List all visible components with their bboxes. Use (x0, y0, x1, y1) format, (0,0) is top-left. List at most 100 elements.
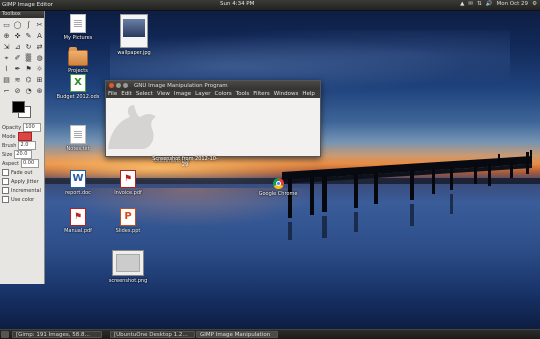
taskbar-button-ubuntuone[interactable]: [UbuntuOne Desktop 1.2… (110, 331, 195, 338)
tool-paintbrush-icon[interactable]: ✐ (13, 54, 22, 63)
tool-crop-icon[interactable]: ⌐ (2, 87, 11, 96)
desktop-icon-chrome[interactable]: Google Chrome (252, 178, 304, 197)
desktop-icon-notes[interactable]: Notes.txt (52, 125, 104, 152)
desktop-icon-report[interactable]: W report.doc (52, 170, 104, 196)
desktop-icon-label: Google Chrome (258, 191, 298, 197)
foreground-color-swatch[interactable] (12, 101, 25, 113)
apply-jitter-checkbox[interactable] (2, 178, 9, 185)
use-color-checkbox[interactable] (2, 196, 9, 203)
menu-windows[interactable]: Windows (272, 90, 301, 98)
menu-filters[interactable]: Filters (251, 90, 272, 98)
desktop-icon-projects[interactable]: Projects (52, 47, 104, 74)
desktop-file-label[interactable]: Screenshot from 2012-10-29 (150, 156, 220, 168)
desktop-icon-slides[interactable]: P Slides.ppt (102, 208, 154, 234)
option-label: Opacity (2, 124, 22, 131)
show-desktop-button[interactable] (1, 331, 9, 338)
desktop-icon-label: Manual.pdf (64, 228, 92, 234)
desktop-icon-label: My Pictures (63, 35, 93, 41)
tool-color-picker-icon[interactable]: ◔ (24, 87, 33, 96)
brush-field[interactable]: 2.0 (18, 141, 37, 150)
window-titlebar[interactable]: GNU Image Manipulation Program (106, 81, 320, 90)
pdf-icon: ⚑ (70, 208, 86, 226)
tool-shear-icon[interactable]: ⊿ (13, 43, 22, 52)
option-opacity: Opacity 100 (0, 123, 44, 132)
option-fade-out[interactable]: Fade out (0, 168, 44, 177)
size-field[interactable]: 20.0 (14, 150, 33, 159)
tool-dodge-icon[interactable]: ☼ (35, 65, 44, 74)
tool-bucket-icon[interactable]: ◍ (35, 54, 44, 63)
desktop-icon-my-pictures[interactable]: My Pictures (52, 14, 104, 41)
tool-heal-icon[interactable]: ▤ (2, 76, 11, 85)
menu-file[interactable]: File (106, 90, 119, 98)
tool-ellipse-select-icon[interactable]: ◯ (13, 21, 22, 30)
empty-image-canvas[interactable] (106, 98, 320, 156)
desktop-icon-budget[interactable]: X Budget 2012.ods (52, 74, 104, 100)
desktop-icon-screenshot[interactable]: screenshot.png (102, 250, 154, 284)
gimp-main-window: GNU Image Manipulation Program File Edit… (105, 80, 321, 157)
maximize-window-icon[interactable] (123, 83, 128, 88)
option-apply-jitter[interactable]: Apply Jitter (0, 177, 44, 186)
tool-free-select-icon[interactable]: ʃ (24, 21, 33, 30)
aspect-field[interactable]: 0.00 (21, 159, 39, 168)
tool-eraser-icon[interactable]: ⊘ (13, 87, 22, 96)
option-label: Aspect (2, 160, 19, 167)
menu-edit[interactable]: Edit (119, 90, 134, 98)
tray-item-gear-icon[interactable]: ⚙ (532, 1, 537, 7)
tool-rotate-icon[interactable]: ↻ (24, 43, 33, 52)
menu-help[interactable]: Help (300, 90, 317, 98)
desktop-icon-invoice[interactable]: ⚑ Invoice.pdf (102, 170, 154, 196)
desktop-icon-label: Notes.txt (66, 146, 90, 152)
incremental-checkbox[interactable] (2, 187, 9, 194)
panel-clock[interactable]: Sun 4:34 PM (220, 1, 254, 7)
tool-path-icon[interactable]: ⌬ (24, 76, 33, 85)
spreadsheet-icon: X (70, 74, 86, 92)
tool-airbrush-icon[interactable]: ⌇ (2, 65, 11, 74)
menu-layer[interactable]: Layer (193, 90, 212, 98)
tool-scale-icon[interactable]: ⇲ (2, 43, 11, 52)
tray-item-mail-icon[interactable]: ✉ (468, 1, 473, 7)
fade-out-checkbox[interactable] (2, 169, 9, 176)
tool-move-icon[interactable]: ✜ (13, 32, 22, 41)
option-label: Use color (11, 196, 35, 203)
tool-smudge-icon[interactable]: ≋ (13, 76, 22, 85)
tool-clone-icon[interactable]: ⚑ (24, 65, 33, 74)
tray-item-network-icon[interactable]: ⇅ (477, 1, 482, 7)
tray-item-volume-icon[interactable]: 🔊 (486, 1, 493, 7)
toolbox-title[interactable]: Toolbox (0, 10, 44, 18)
tool-rect-select-icon[interactable]: ▭ (2, 21, 11, 30)
tool-zoom-icon[interactable]: ⊛ (35, 87, 44, 96)
tray-item-arrow-icon[interactable]: ▲ (460, 1, 464, 7)
active-app-title[interactable]: GIMP Image Editor (2, 2, 53, 8)
desktop-icon-manual[interactable]: ⚑ Manual.pdf (52, 208, 104, 234)
tool-pencil-icon[interactable]: ✎ (24, 32, 33, 41)
system-tray: ▲ ✉ ⇅ 🔊 Mon Oct 29 ⚙ (460, 1, 537, 7)
tray-item-date[interactable]: Mon Oct 29 (496, 1, 528, 7)
tool-text-icon[interactable]: A (35, 32, 44, 41)
tool-fuzzy-select-icon[interactable]: ⊕ (2, 32, 11, 41)
option-label: Incremental (11, 187, 41, 194)
tool-ink-icon[interactable]: ✒ (13, 65, 22, 74)
menu-select[interactable]: Select (134, 90, 155, 98)
menu-tools[interactable]: Tools (234, 90, 252, 98)
tool-flip-icon[interactable]: ⇄ (35, 43, 44, 52)
option-use-color[interactable]: Use color (0, 195, 44, 204)
minimize-window-icon[interactable] (116, 83, 121, 88)
tool-scissors-icon[interactable]: ✂ (35, 21, 44, 30)
tool-measure-icon[interactable]: ⌖ (2, 54, 11, 63)
menu-colors[interactable]: Colors (212, 90, 233, 98)
menu-image[interactable]: Image (172, 90, 193, 98)
tool-align-icon[interactable]: ⊞ (35, 76, 44, 85)
option-incremental[interactable]: Incremental (0, 186, 44, 195)
option-label: Apply Jitter (11, 178, 39, 185)
fg-bg-color-selector[interactable] (0, 101, 44, 121)
tool-blend-icon[interactable]: ▒ (24, 54, 33, 63)
taskbar-button-gimp-image[interactable]: [Gimp: 191 Images, 58.8… (12, 331, 102, 338)
menu-view[interactable]: View (155, 90, 172, 98)
opacity-field[interactable]: 100 (23, 123, 42, 132)
desktop-icon-wallpaper[interactable]: wallpaper.jpg (108, 14, 160, 56)
close-window-icon[interactable] (109, 83, 114, 88)
mode-select[interactable] (17, 132, 32, 141)
text-file-icon (70, 125, 86, 144)
taskbar-button-gimp-main[interactable]: GIMP Image Manipulation (196, 331, 278, 338)
option-mode: Mode (0, 132, 44, 141)
